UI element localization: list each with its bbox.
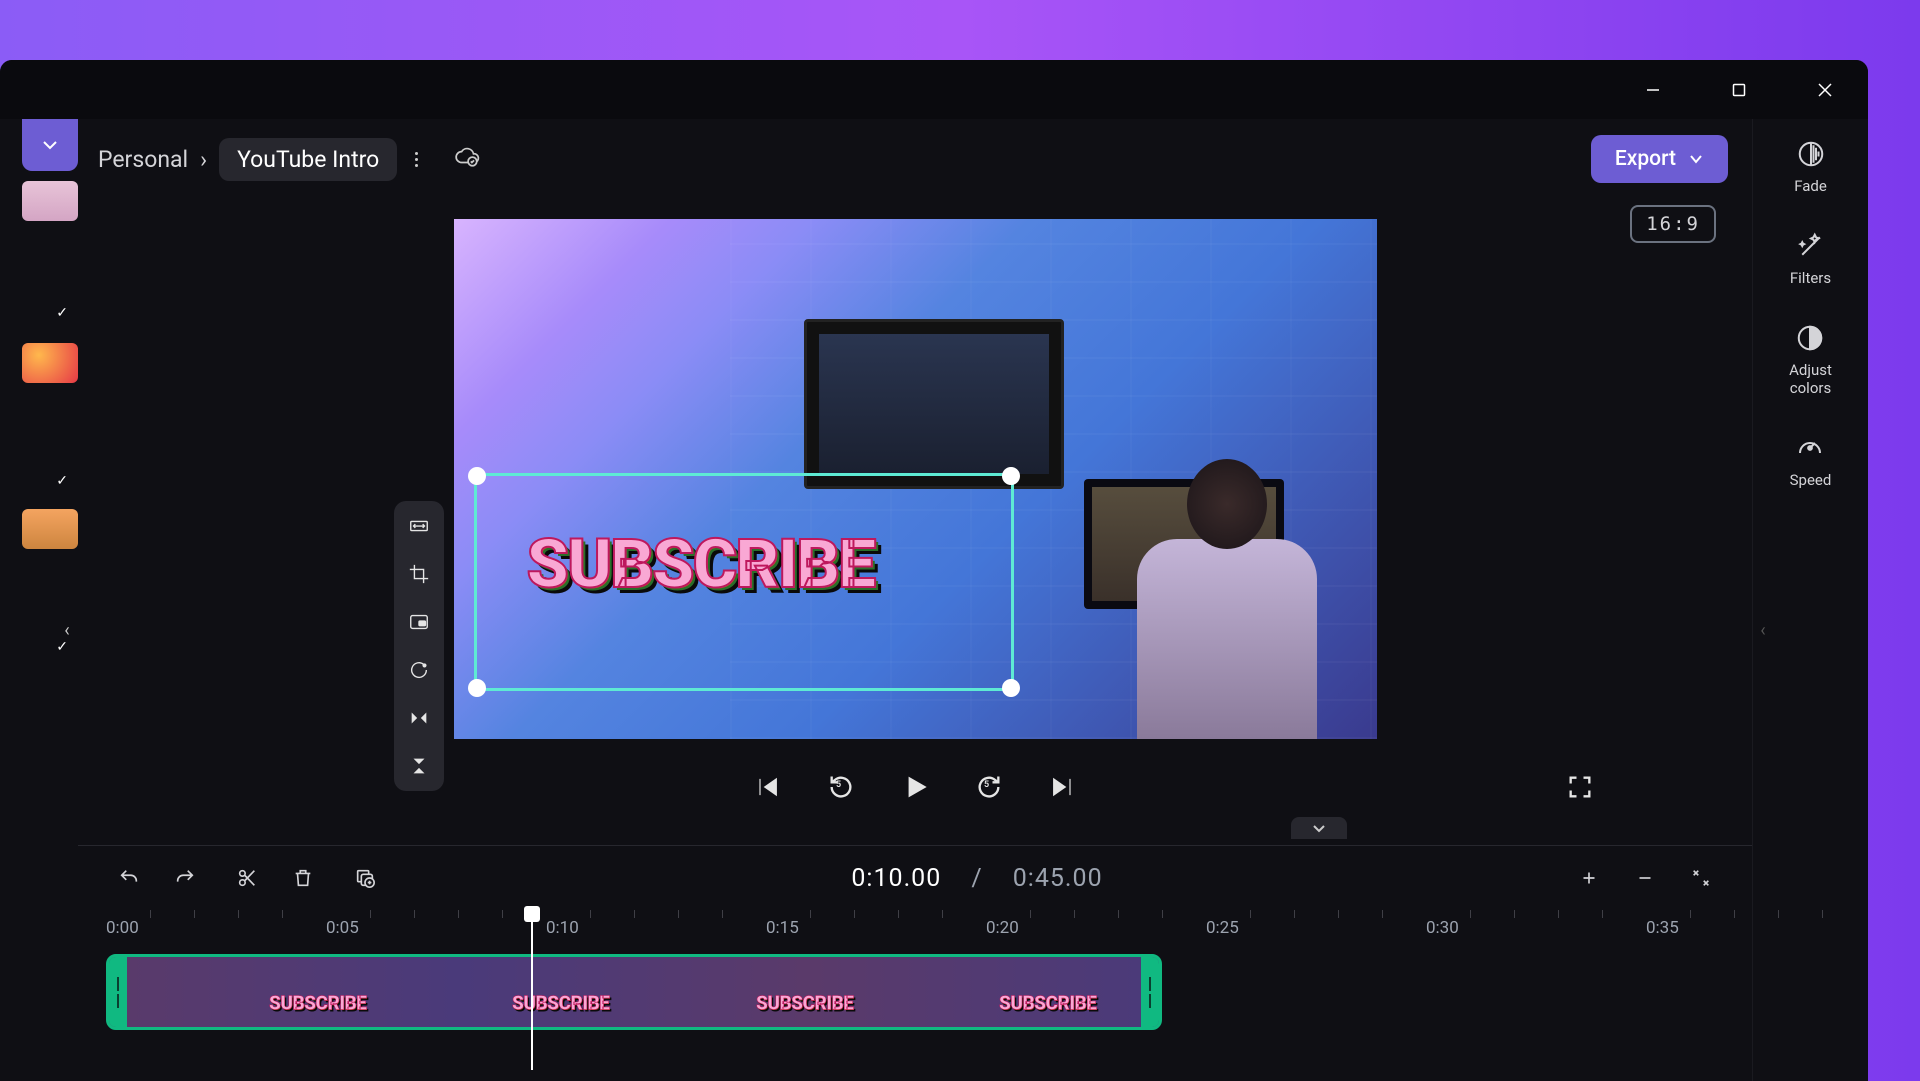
breadcrumb-root[interactable]: Personal (98, 146, 188, 173)
cloud-sync-icon[interactable] (454, 143, 480, 175)
export-label: Export (1615, 147, 1676, 171)
undo-button[interactable] (106, 855, 152, 901)
zoom-fit-button[interactable] (1678, 855, 1724, 901)
window-title-bar (0, 60, 1868, 119)
fit-fill-button[interactable] (406, 513, 432, 539)
duration-time: 0:45.00 (1013, 864, 1103, 893)
media-panel-dropdown[interactable] (22, 119, 78, 171)
playhead[interactable] (531, 910, 533, 1070)
delete-button[interactable] (280, 855, 326, 901)
play-button[interactable] (898, 770, 932, 804)
ruler-tick: 0:25 (1206, 918, 1239, 938)
ruler-tick: 0:35 (1646, 918, 1679, 938)
ruler-tick: 0:30 (1426, 918, 1459, 938)
export-button[interactable]: Export (1591, 135, 1728, 183)
redo-button[interactable] (162, 855, 208, 901)
media-thumbnail[interactable] (22, 181, 78, 221)
split-clip-button[interactable] (224, 855, 270, 901)
flip-horizontal-button[interactable] (406, 705, 432, 731)
editor-header: Personal › YouTube Intro Export (78, 119, 1752, 199)
element-floating-toolbar (394, 501, 444, 791)
timecode-display: 0:10.00 / 0:45.00 (398, 863, 1556, 893)
fullscreen-button[interactable] (1563, 770, 1597, 804)
window-close-button[interactable] (1802, 67, 1848, 113)
rotate-button[interactable] (406, 657, 432, 683)
timeline-ruler[interactable]: 0:00 0:05 0:10 0:15 0:20 0:25 0:30 0:35 (106, 910, 1752, 946)
flip-vertical-button[interactable] (406, 753, 432, 779)
resize-handle-bottom-right[interactable] (1002, 679, 1020, 697)
zoom-out-button[interactable] (1622, 855, 1668, 901)
ruler-tick: 0:10 (546, 918, 579, 938)
collapse-right-panel-button[interactable]: ‹ (1752, 600, 1774, 660)
breadcrumb: Personal › YouTube Intro (98, 138, 480, 181)
duplicate-button[interactable] (342, 855, 388, 901)
ruler-tick: 0:00 (106, 918, 139, 938)
media-check-icon: ✓ (56, 473, 68, 489)
clip-trim-handle-right[interactable] (1141, 957, 1159, 1027)
media-thumbnail[interactable] (22, 343, 78, 383)
timeline-clip[interactable]: SUBSCRIBESUBSCRIBESUBSCRIBE SUBSCRIBESUB… (106, 954, 1162, 1030)
timeline-panel: 0:10.00 / 0:45.00 0:000:050:100:150:200:… (78, 845, 1752, 1081)
current-time: 0:10.00 (851, 864, 941, 893)
skip-end-button[interactable] (1046, 770, 1080, 804)
playback-controls: 5 5 (454, 757, 1377, 817)
collapse-timeline-button[interactable] (1291, 817, 1347, 839)
resize-handle-bottom-left[interactable] (468, 679, 486, 697)
chevron-down-icon (1688, 151, 1704, 167)
speed-tool[interactable]: Speed (1790, 433, 1832, 489)
forward-5s-button[interactable]: 5 (972, 770, 1006, 804)
project-name[interactable]: YouTube Intro (237, 146, 379, 173)
ruler-tick: 0:15 (766, 918, 799, 938)
video-preview-canvas[interactable]: SUBSCRIBE SUBSCRIBE SUBSCRIBE SUBSCRIBE … (454, 219, 1377, 739)
window-maximize-button[interactable] (1716, 67, 1762, 113)
half-circle-icon (1795, 323, 1825, 353)
timeline-track[interactable]: SUBSCRIBESUBSCRIBESUBSCRIBE SUBSCRIBESUB… (106, 954, 1724, 1034)
preview-prop-person (1117, 439, 1337, 739)
filters-tool[interactable]: Filters (1790, 231, 1831, 287)
fade-icon (1796, 139, 1826, 169)
ruler-tick: 0:05 (326, 918, 359, 938)
timeline-toolbar: 0:10.00 / 0:45.00 (78, 846, 1752, 910)
chevron-right-icon: › (200, 146, 207, 173)
adjust-colors-tool[interactable]: Adjust colors (1789, 323, 1832, 397)
media-thumbnail[interactable] (22, 509, 78, 549)
collapse-left-panel-button[interactable]: ‹ (56, 600, 78, 660)
rewind-5s-button[interactable]: 5 (824, 770, 858, 804)
element-selection-bounds[interactable]: SUBSCRIBE SUBSCRIBE SUBSCRIBE SUBSCRIBE … (474, 473, 1014, 691)
clip-trim-handle-left[interactable] (109, 957, 127, 1027)
resize-handle-top-left[interactable] (468, 467, 486, 485)
skip-start-button[interactable] (750, 770, 784, 804)
speedometer-icon (1795, 433, 1825, 463)
media-check-icon: ✓ (56, 305, 68, 321)
picture-in-picture-button[interactable] (406, 609, 432, 635)
zoom-in-button[interactable] (1566, 855, 1612, 901)
video-editor-window: ✓ ✓ ✓ ‹ Personal › YouTube Intro (0, 60, 1868, 1081)
crop-button[interactable] (406, 561, 432, 587)
project-more-options-button[interactable] (409, 152, 424, 167)
window-minimize-button[interactable] (1630, 67, 1676, 113)
ruler-tick: 0:20 (986, 918, 1019, 938)
preview-prop-monitor (804, 319, 1064, 489)
resize-handle-top-right[interactable] (1002, 467, 1020, 485)
fade-tool[interactable]: Fade (1794, 139, 1827, 195)
magic-wand-icon (1796, 231, 1826, 261)
